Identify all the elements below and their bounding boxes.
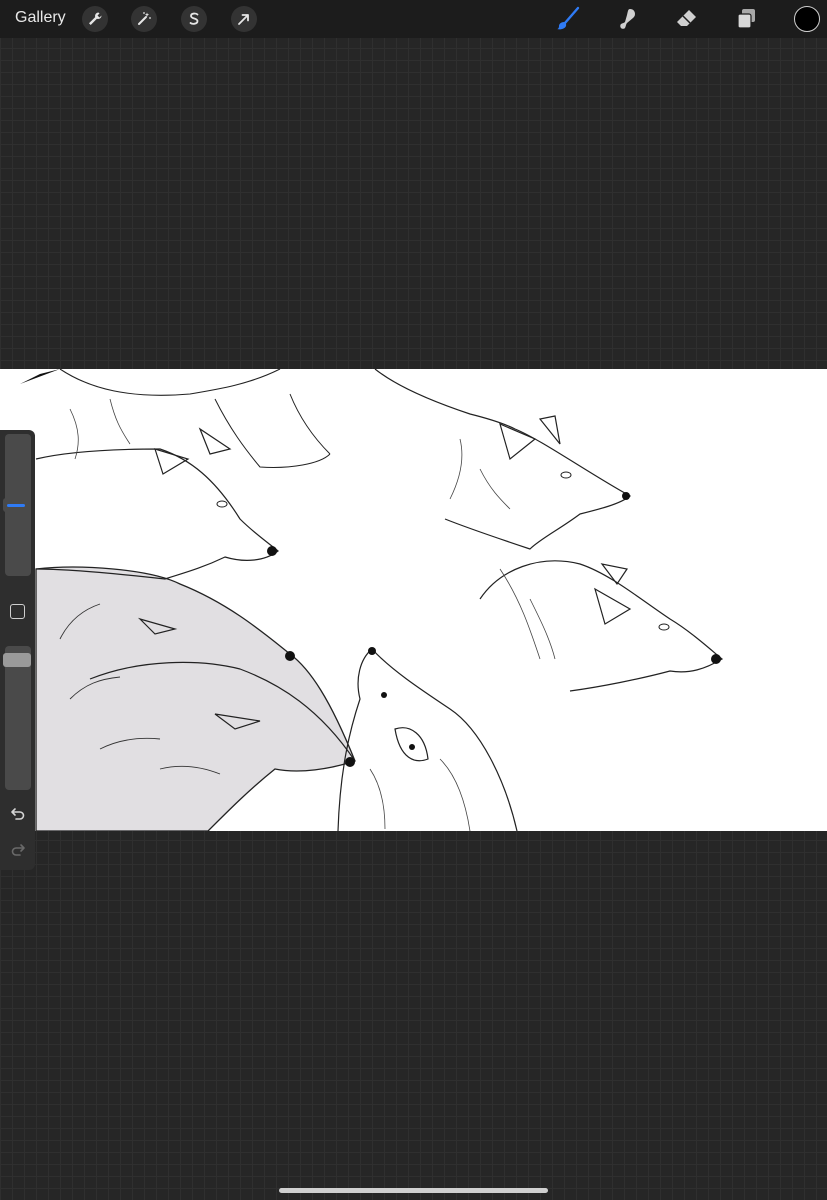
brush-icon: [557, 6, 580, 30]
gallery-button[interactable]: Gallery: [15, 9, 66, 27]
opacity-handle[interactable]: [3, 652, 31, 667]
redo-icon: [11, 844, 25, 856]
drawing-canvas[interactable]: [0, 369, 827, 831]
redo-button[interactable]: [8, 840, 28, 860]
line-art-wolves-icon: [20, 369, 724, 831]
color-swatch-button[interactable]: [794, 6, 820, 32]
selection-button[interactable]: [181, 6, 207, 32]
brush-tool-button[interactable]: [553, 5, 583, 33]
adjustments-button[interactable]: [131, 6, 157, 32]
selection-s-icon: [189, 12, 199, 25]
wrench-icon: [89, 12, 102, 25]
top-toolbar: Gallery: [0, 0, 827, 38]
eraser-icon: [677, 10, 696, 26]
layers-button[interactable]: [731, 5, 761, 33]
brush-size-handle[interactable]: [3, 498, 29, 512]
undo-button[interactable]: [8, 804, 28, 824]
left-sidebar: [0, 430, 35, 870]
layers-icon: [737, 9, 755, 29]
home-indicator[interactable]: [279, 1188, 548, 1193]
transform-button[interactable]: [231, 6, 257, 32]
actions-button[interactable]: [82, 6, 108, 32]
smudge-icon: [620, 9, 635, 29]
opacity-slider[interactable]: [5, 646, 31, 790]
smudge-tool-button[interactable]: [612, 5, 642, 33]
arrow-cursor-icon: [238, 14, 249, 25]
square-icon[interactable]: [10, 604, 25, 619]
eraser-tool-button[interactable]: [671, 5, 701, 33]
undo-icon: [11, 808, 25, 820]
magic-wand-icon: [138, 12, 151, 25]
